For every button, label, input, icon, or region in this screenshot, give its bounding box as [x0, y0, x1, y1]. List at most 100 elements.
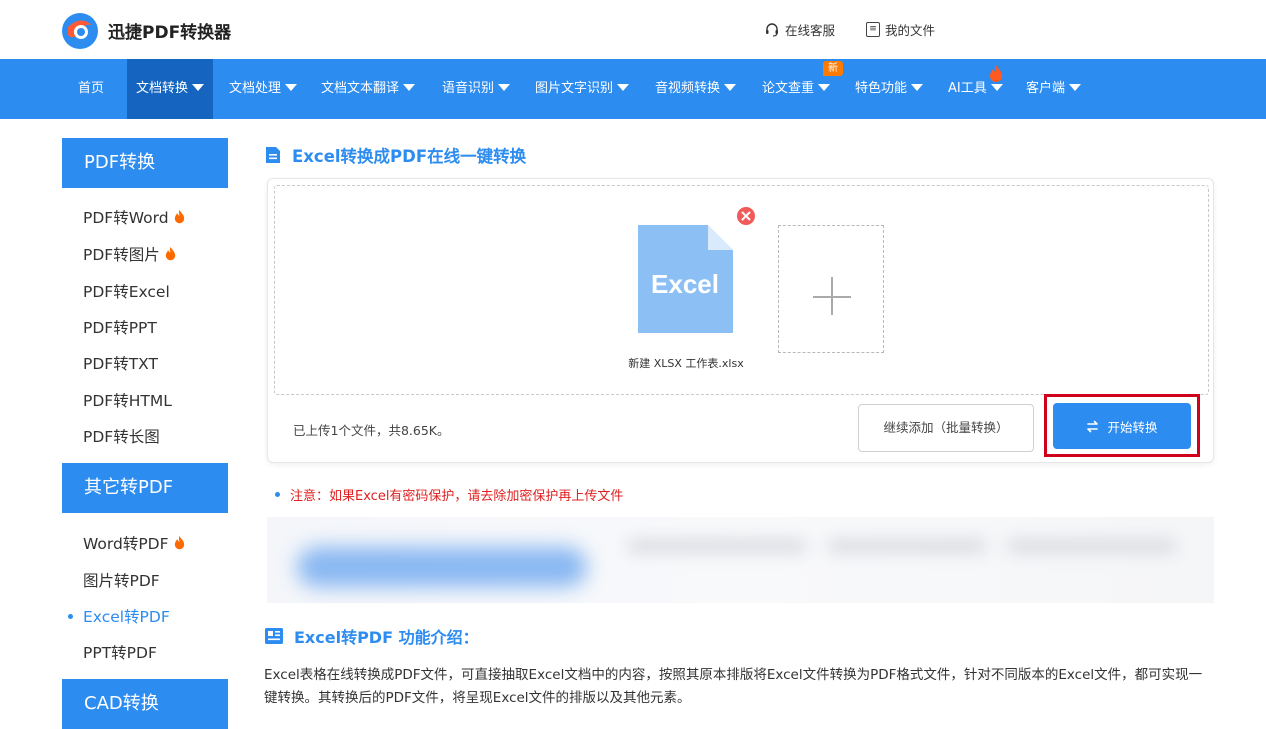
- sidebar-item-label: PDF转PPT: [83, 319, 157, 337]
- brand-name[interactable]: 迅捷PDF转换器: [108, 18, 231, 43]
- start-convert-button[interactable]: 开始转换: [1053, 403, 1191, 449]
- sidebar-item-word-to-pdf[interactable]: Word转PDF: [83, 532, 185, 554]
- headset-icon: [766, 22, 778, 37]
- flame-icon: [165, 247, 175, 261]
- sidebar-item-pdf-to-ppt[interactable]: PDF转PPT: [83, 316, 157, 338]
- banner-blurred-button: [297, 547, 587, 587]
- flame-icon: [174, 536, 184, 550]
- main-nav: 首页 文档转换 文档处理 文档文本翻译 语音识别 图片文字识别 音视频转换 论文…: [0, 59, 1266, 119]
- feature-intro-title: Excel转PDF 功能介绍：: [294, 628, 479, 647]
- chevron-down-icon: [990, 84, 1003, 91]
- chevron-down-icon: [498, 84, 511, 91]
- upload-panel: Excel 新建 XLSX 工作表.xlsx 已上传1个文件，共8.65K。 继…: [267, 178, 1214, 463]
- banner-blurred-text: [827, 539, 987, 553]
- my-files-label: 我的文件: [885, 23, 936, 38]
- sidebar-item-ppt-to-pdf[interactable]: PPT转PDF: [83, 641, 157, 663]
- chevron-down-icon: [818, 84, 831, 91]
- chevron-down-icon: [911, 84, 924, 91]
- nav-speech-recognition-label: 语音识别: [442, 81, 495, 96]
- info-doc-icon: [265, 628, 283, 644]
- notice-text: 注意：如果Excel有密码保护，请去除加密保护再上传文件: [290, 489, 624, 504]
- banner-blurred-text: [627, 539, 807, 553]
- add-file-button[interactable]: [778, 225, 884, 353]
- online-service-label: 在线客服: [785, 23, 836, 38]
- feature-intro-heading: Excel转PDF 功能介绍：: [264, 624, 479, 648]
- document-icon: ≡: [866, 22, 880, 37]
- nav-paper-check-label: 论文查重: [762, 81, 815, 96]
- sidebar-item-pdf-to-txt[interactable]: PDF转TXT: [83, 352, 158, 374]
- password-notice: 注意：如果Excel有密码保护，请去除加密保护再上传文件: [275, 485, 623, 504]
- swap-arrows-icon: [1087, 420, 1099, 432]
- chevron-down-icon: [1069, 84, 1082, 91]
- nav-document-convert[interactable]: 文档转换: [127, 59, 214, 119]
- sidebar-item-label: Word转PDF: [83, 535, 169, 553]
- nav-av-convert-label: 音视频转换: [655, 81, 721, 96]
- sidebar-item-label: 图片转PDF: [83, 572, 160, 590]
- nav-av-convert[interactable]: 音视频转换: [655, 59, 737, 119]
- excel-file-icon[interactable]: Excel: [638, 225, 733, 333]
- chevron-down-icon: [617, 84, 630, 91]
- feature-intro-text: Excel表格在线转换成PDF文件，可直接抽取Excel文档中的内容，按照其原本…: [264, 667, 1203, 706]
- page-title: Excel转换成PDF在线一键转换: [264, 143, 526, 167]
- close-circle-icon[interactable]: [736, 206, 756, 226]
- sidebar-heading-other-to-pdf[interactable]: 其它转PDF: [62, 463, 228, 513]
- sidebar-item-image-to-pdf[interactable]: 图片转PDF: [83, 569, 160, 591]
- flame-icon: [174, 210, 184, 224]
- nav-document-translate[interactable]: 文档文本翻译: [321, 59, 416, 119]
- sidebar-item-pdf-to-word[interactable]: PDF转Word: [83, 206, 185, 228]
- brand-logo-icon[interactable]: [60, 11, 100, 51]
- sidebar-item-pdf-to-long-image[interactable]: PDF转长图: [83, 425, 160, 447]
- sidebar-heading-cad-convert[interactable]: CAD转换: [62, 679, 228, 729]
- nav-image-ocr[interactable]: 图片文字识别: [535, 59, 630, 119]
- nav-speech-recognition[interactable]: 语音识别: [442, 59, 511, 119]
- nav-document-process-label: 文档处理: [229, 81, 282, 96]
- sidebar-item-excel-to-pdf[interactable]: Excel转PDF: [68, 605, 170, 627]
- bullet-dot: [275, 492, 280, 497]
- nav-client-label: 客户端: [1026, 81, 1066, 96]
- sidebar-item-label: PDF转HTML: [83, 392, 172, 410]
- online-service-link[interactable]: 在线客服: [764, 20, 835, 39]
- sidebar-item-pdf-to-excel[interactable]: PDF转Excel: [83, 280, 170, 302]
- sidebar-item-label: PDF转Word: [83, 209, 169, 227]
- file-icon: [266, 147, 280, 163]
- chevron-down-icon: [403, 84, 416, 91]
- nav-document-convert-label: 文档转换: [136, 81, 189, 96]
- sidebar-item-label: PDF转Excel: [83, 283, 170, 301]
- sidebar-item-pdf-to-image[interactable]: PDF转图片: [83, 243, 176, 265]
- banner-blurred-text: [1007, 539, 1177, 553]
- new-badge: 新: [823, 61, 843, 76]
- sidebar-item-label: PPT转PDF: [83, 644, 157, 662]
- chevron-down-icon: [192, 84, 205, 91]
- sidebar-heading-pdf-convert[interactable]: PDF转换: [62, 138, 228, 188]
- drop-zone[interactable]: Excel 新建 XLSX 工作表.xlsx: [274, 185, 1209, 395]
- nav-ai-tools-label: AI工具: [948, 81, 987, 96]
- sidebar-item-label: PDF转TXT: [83, 355, 158, 373]
- nav-document-process[interactable]: 文档处理: [229, 59, 298, 119]
- my-files-link[interactable]: ≡ 我的文件: [866, 20, 935, 39]
- nav-home[interactable]: 首页: [78, 59, 104, 119]
- excel-file-icon-label: Excel: [651, 269, 719, 299]
- flame-icon: [990, 65, 1002, 82]
- chevron-down-icon: [285, 84, 298, 91]
- nav-client[interactable]: 客户端: [1026, 59, 1082, 119]
- sidebar-item-pdf-to-html[interactable]: PDF转HTML: [83, 389, 172, 411]
- nav-home-label: 首页: [78, 81, 105, 96]
- plus-icon-vertical: [831, 277, 833, 315]
- uploaded-file-name: 新建 XLSX 工作表.xlsx: [628, 357, 744, 370]
- sidebar-item-label: PDF转图片: [83, 246, 160, 264]
- top-bar: 迅捷PDF转换器 在线客服 ≡ 我的文件: [0, 0, 1266, 59]
- sidebar-item-label: Excel转PDF: [83, 608, 170, 626]
- start-convert-label: 开始转换: [1107, 419, 1158, 435]
- sidebar-item-label: PDF转长图: [83, 428, 160, 446]
- add-more-batch-button[interactable]: 继续添加（批量转换）: [858, 404, 1034, 452]
- ad-banner[interactable]: [267, 517, 1214, 603]
- nav-paper-check[interactable]: 论文查重: [762, 59, 831, 119]
- page-title-text: Excel转换成PDF在线一键转换: [292, 147, 527, 166]
- current-indicator-dot: [68, 613, 73, 619]
- upload-status: 已上传1个文件，共8.65K。: [293, 423, 450, 438]
- nav-special-features-label: 特色功能: [855, 81, 908, 96]
- nav-document-translate-label: 文档文本翻译: [321, 81, 400, 96]
- chevron-down-icon: [724, 84, 737, 91]
- nav-special-features[interactable]: 特色功能: [855, 59, 924, 119]
- nav-image-ocr-label: 图片文字识别: [535, 81, 614, 96]
